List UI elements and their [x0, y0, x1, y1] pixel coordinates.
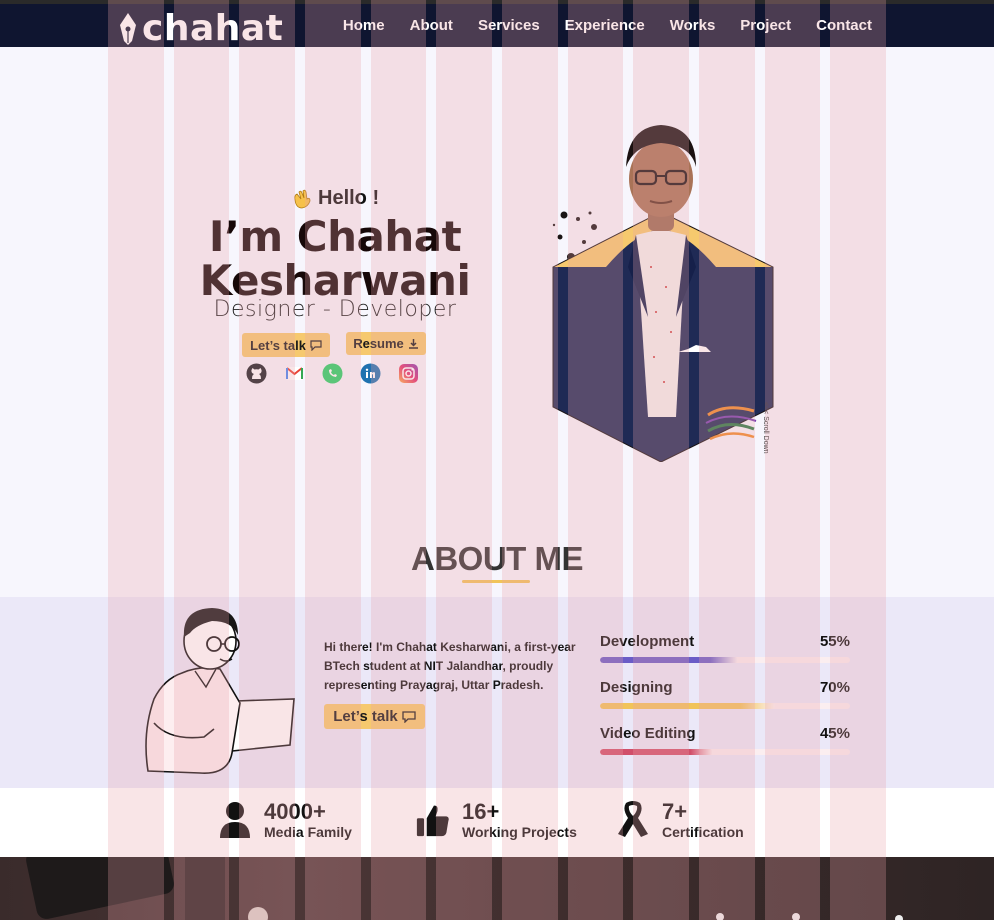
stat-working-projects: 16+ Working Projects [416, 800, 577, 840]
pen-nib-icon [120, 12, 136, 45]
about-lets-talk-label: Let’s talk [333, 708, 398, 725]
skill-development: Development 55% [600, 633, 850, 663]
nav-works[interactable]: Works [670, 17, 716, 34]
logo-text: chahat [142, 8, 284, 49]
chat-icon [402, 710, 416, 723]
whatsapp-icon[interactable] [322, 363, 343, 384]
skill-designing: Designing 70% [600, 679, 850, 709]
skill-track [600, 749, 850, 755]
gmail-icon[interactable] [284, 363, 305, 384]
stat-label: Media Family [264, 824, 352, 840]
stat-number: 4000+ [264, 799, 326, 824]
stat-label: Working Projects [462, 824, 577, 840]
logo[interactable]: chahat [116, 8, 283, 49]
skill-fill [600, 657, 738, 663]
phone-shape [24, 857, 176, 920]
skill-percent: 45% [819, 725, 850, 742]
hero-section: Hello ! I’m Chahat Kesharwani Designer -… [0, 47, 994, 597]
person-icon [220, 802, 250, 838]
skill-label: Designing [600, 679, 673, 696]
social-links [246, 363, 419, 384]
stat-number: 7+ [662, 799, 688, 824]
nav-project[interactable]: Project [740, 17, 791, 34]
download-icon [408, 339, 418, 349]
person-laptop-illustration [145, 608, 295, 774]
waving-hand-icon [294, 189, 311, 208]
nav-about[interactable]: About [410, 17, 453, 34]
thumbs-up-icon [416, 805, 449, 837]
resume-button[interactable]: Resume [346, 332, 426, 355]
skills-panel: Development 55% Designing 70% Video Edit… [600, 633, 850, 771]
greeting: Hello ! [290, 187, 379, 210]
hero-name: I’m Chahat Kesharwani [180, 215, 490, 303]
cup-shape [248, 907, 268, 920]
stats-section: 4000+ Media Family 16+ Working Projects … [0, 788, 994, 857]
chat-icon [310, 339, 322, 351]
hero-role: Designer - Developer [213, 297, 457, 322]
about-title: ABOUT ME [411, 540, 584, 577]
skill-label: Video Editing [600, 725, 696, 742]
skill-track [600, 703, 850, 709]
hero-name-line1: I’m Chahat [208, 212, 462, 261]
stat-number: 16+ [462, 799, 500, 824]
lets-talk-button[interactable]: Let’s talk [242, 333, 330, 357]
light-dot [792, 913, 800, 920]
skill-percent: 70% [819, 679, 850, 696]
light-dot [895, 915, 903, 920]
nav-home[interactable]: Home [343, 17, 385, 34]
ribbon-icon [618, 801, 648, 837]
nav-services[interactable]: Services [478, 17, 540, 34]
skill-video-editing: Video Editing 45% [600, 725, 850, 755]
stat-certification: 7+ Certification [616, 800, 744, 840]
profile-photo [552, 125, 774, 462]
lets-talk-label: Let’s talk [250, 337, 306, 353]
skill-label: Development [600, 633, 695, 650]
stat-label: Certification [662, 824, 744, 840]
resume-label: Resume [353, 336, 404, 351]
skill-fill [600, 703, 775, 709]
nav-contact[interactable]: Contact [816, 17, 872, 34]
navbar: chahat Home About Services Experience Wo… [0, 0, 994, 49]
nav-experience[interactable]: Experience [565, 17, 645, 34]
skill-percent: 55% [819, 633, 850, 650]
scroll-down-link[interactable]: <<< Scroll Down [762, 402, 769, 454]
about-title-underline [462, 580, 530, 583]
notebook-shape [185, 857, 225, 920]
greeting-text: Hello ! [318, 187, 380, 209]
skill-track [600, 657, 850, 663]
nav-links: Home About Services Experience Works Pro… [343, 17, 872, 34]
about-lets-talk-button[interactable]: Let’s talk [324, 704, 425, 729]
services-background-photo [0, 857, 994, 920]
about-bio: Hi there! I'm Chahat Kesharwani, a first… [324, 640, 576, 692]
light-dot [716, 913, 724, 920]
instagram-icon[interactable] [398, 363, 419, 384]
github-icon[interactable] [246, 363, 267, 384]
linkedin-icon[interactable] [360, 363, 381, 384]
skill-fill [600, 749, 713, 755]
stat-media-family: 4000+ Media Family [218, 800, 352, 840]
